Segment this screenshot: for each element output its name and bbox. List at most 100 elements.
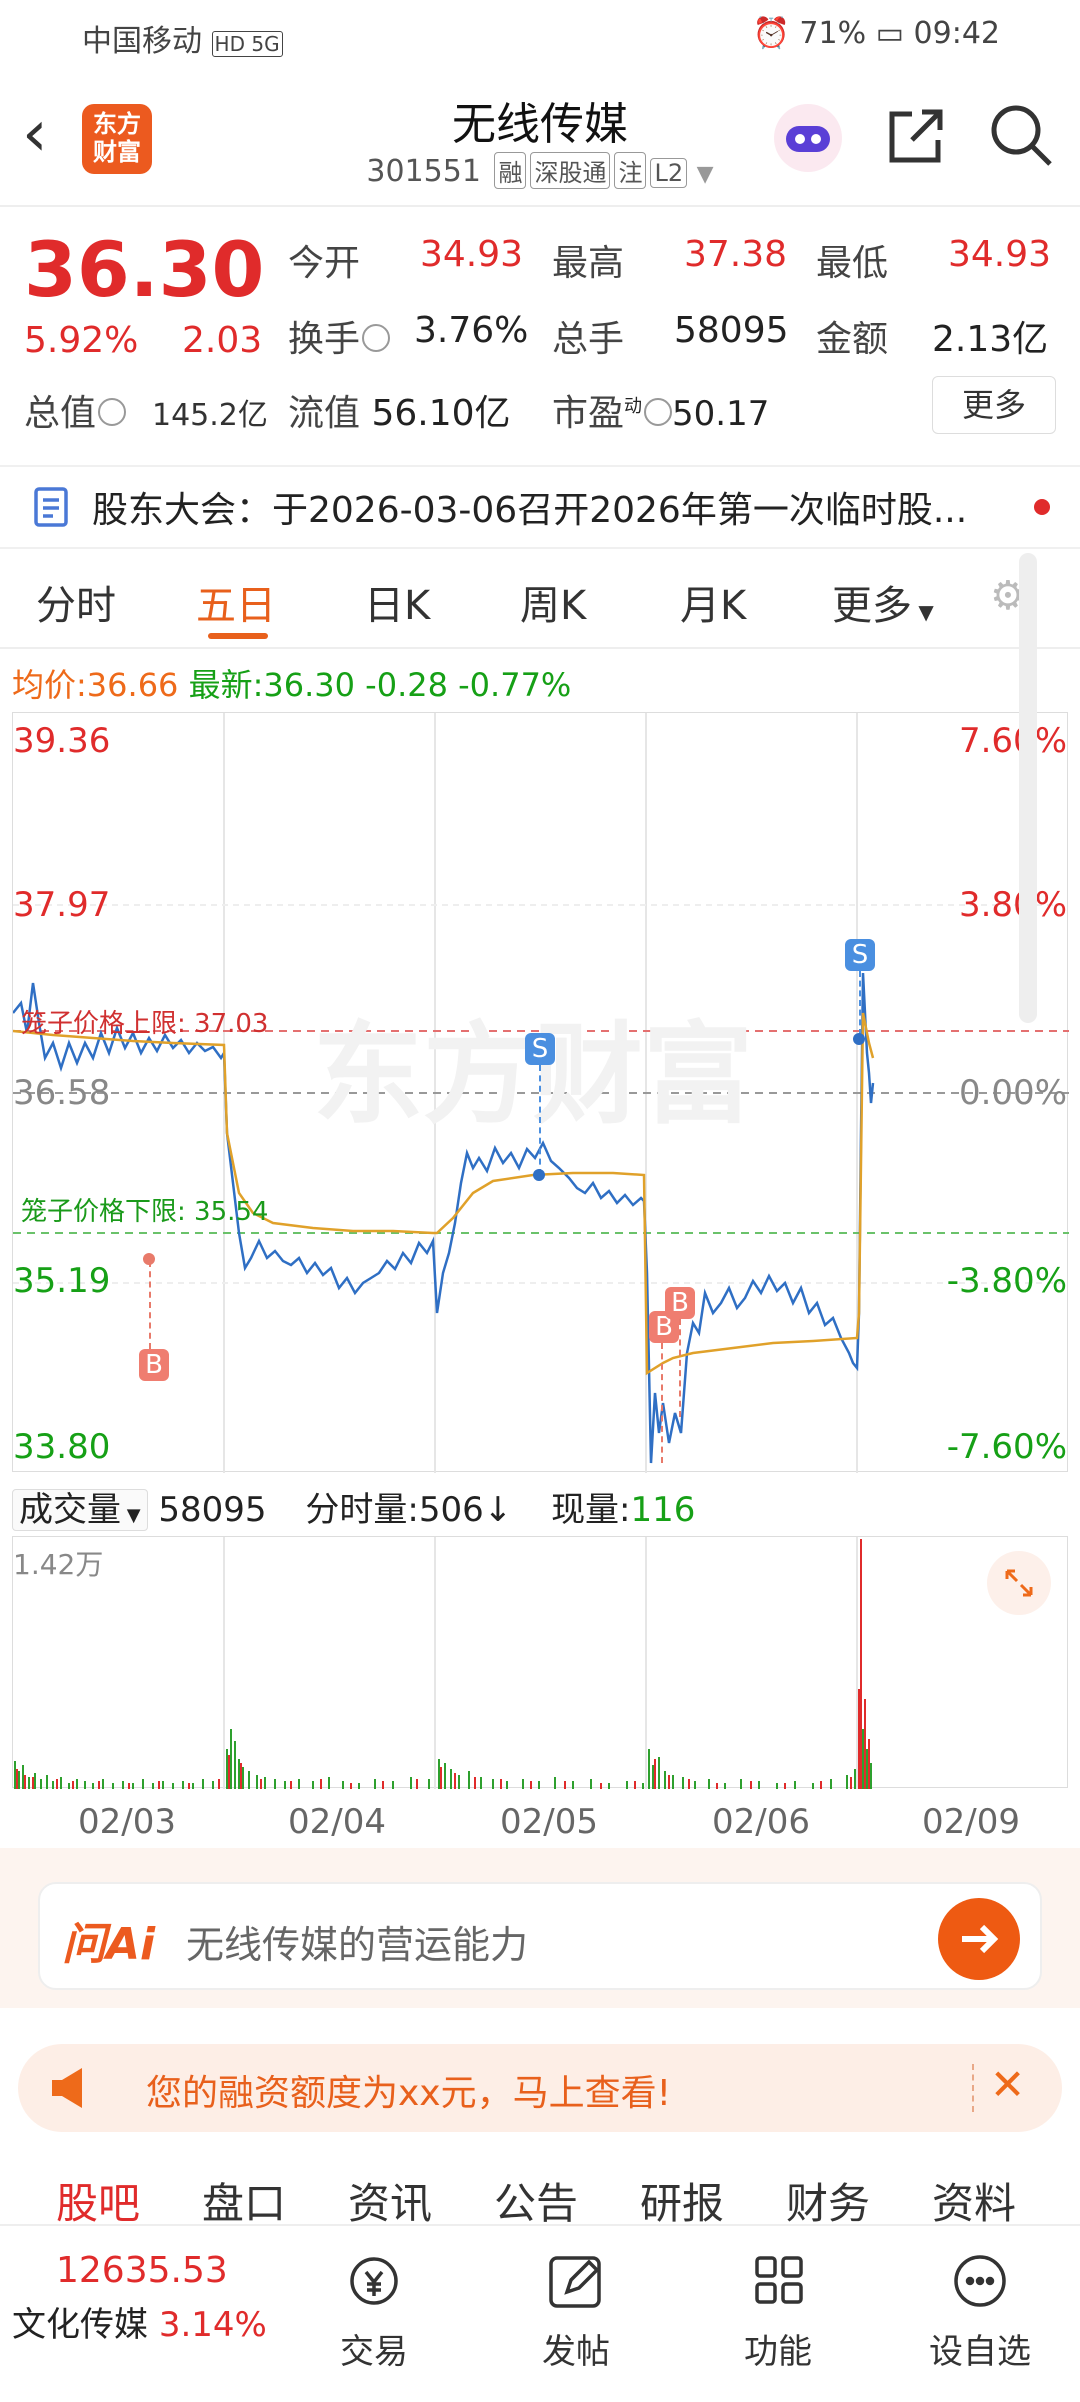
date-label: 02/09 [922, 1802, 1020, 1842]
tab-announcements[interactable]: 公告 [494, 2170, 578, 2231]
tab-orderbook[interactable]: 盘口 [202, 2170, 286, 2231]
volume-selector[interactable]: 成交量 ▼ [12, 1489, 148, 1531]
open-value: 34.93 [420, 234, 524, 275]
tab-research[interactable]: 研报 [640, 2170, 724, 2231]
tag-l2: L2 [650, 158, 688, 188]
tag-registered: 注 [614, 152, 647, 189]
sell-guide-line [859, 971, 863, 1035]
five-day-price-chart[interactable]: 东方财富 B B B S S 39.36 37.97 36.58 35.19 3… [12, 553, 1069, 1473]
info-icon[interactable] [362, 324, 391, 352]
date-label: 02/05 [500, 1802, 598, 1842]
unread-dot [1034, 499, 1050, 515]
search-icon[interactable] [988, 102, 1054, 172]
last-change: -0.28 [365, 666, 448, 704]
chevron-down-icon[interactable]: ▼ [697, 162, 714, 187]
open-label: 今开 [288, 243, 361, 284]
add-watchlist-button[interactable]: 设自选 [920, 2250, 1040, 2373]
y-right-label: 3.80% [958, 885, 1067, 925]
y-left-label: 36.58 [13, 1073, 111, 1113]
tab-profile[interactable]: 资料 [932, 2170, 1016, 2231]
volume-scale: 1.42万 [13, 1548, 104, 1581]
volume-label: 总手 [552, 319, 625, 360]
buy-marker[interactable]: B [139, 1349, 169, 1381]
buy-guide-line [679, 1319, 683, 1417]
tab-weekly-k[interactable]: 周K [520, 573, 586, 631]
time-label: 09:42 [913, 16, 1000, 51]
turnover-value: 3.76% [414, 310, 529, 351]
more-button[interactable]: 更多 [932, 376, 1056, 434]
low-label: 最低 [816, 243, 889, 284]
avg-price: 36.66 [86, 666, 179, 704]
stock-header: ‹ 东方财富 无线传媒 301551 融深股通注 L2 ▼ [0, 70, 1080, 207]
tab-intraday[interactable]: 分时 [36, 573, 116, 631]
notice-text: 股东大会：于2026-03-06召开2026年第一次临时股... [92, 490, 968, 531]
buy-marker[interactable]: B [665, 1287, 695, 1319]
more-dots-icon [954, 2255, 1006, 2307]
tab-daily-k[interactable]: 日K [364, 573, 430, 631]
tab-finance[interactable]: 财务 [786, 2170, 870, 2231]
divider [972, 2064, 976, 2112]
scrollbar[interactable] [1019, 553, 1037, 1023]
robot-avatar-icon[interactable] [772, 102, 844, 178]
ai-logo: 问Ai [62, 1919, 156, 1970]
lower-limit-label: 笼子价格下限: 35.54 [21, 1197, 269, 1227]
date-label: 02/04 [288, 1802, 386, 1842]
change-percent: 5.92% [24, 320, 139, 361]
close-icon[interactable]: ✕ [990, 2060, 1025, 2109]
active-tab-underline [208, 633, 268, 639]
info-tabs: 股吧 盘口 资讯 公告 研报 财务 资料 [0, 2148, 1080, 2228]
y-right-label: -7.60% [946, 1427, 1067, 1467]
pe-ratio: 市盈动 50.17 [552, 393, 770, 434]
volume-chart[interactable]: 1.42万 [12, 1536, 1068, 1789]
grid-icon [755, 2256, 803, 2304]
ai-prompt: 无线传媒的营运能力 [186, 1923, 529, 1967]
carrier-label: 中国移动 HD 5G [82, 16, 283, 60]
market-cap-value: 145.2亿 [152, 398, 268, 433]
notice-bar[interactable]: 股东大会：于2026-03-06召开2026年第一次临时股... [0, 465, 1080, 549]
high-value: 37.38 [684, 234, 788, 275]
tick-volume: 506 [418, 1490, 484, 1530]
tab-forum[interactable]: 股吧 [56, 2170, 140, 2231]
post-button[interactable]: 发帖 [516, 2250, 636, 2373]
function-button[interactable]: 功能 [718, 2250, 838, 2373]
share-icon[interactable] [884, 104, 948, 172]
sell-marker[interactable]: S [525, 1033, 555, 1065]
last-change-pct: -0.77% [458, 666, 572, 704]
info-icon[interactable] [644, 398, 673, 426]
high-label: 最高 [552, 243, 625, 284]
tab-five-day[interactable]: 五日 [196, 573, 276, 631]
sell-point [853, 1033, 865, 1045]
tab-more[interactable]: 更多 ▼ [832, 573, 934, 631]
volume-value: 58095 [674, 310, 789, 351]
battery-label: 71% [799, 16, 867, 51]
ai-ask-box[interactable]: 问Ai 无线传媒的营运能力 [38, 1882, 1042, 1990]
tab-monthly-k[interactable]: 月K [680, 573, 746, 631]
tag-margin: 融 [494, 152, 527, 189]
index-value: 12635.53 [56, 2250, 228, 2291]
sell-marker[interactable]: S [845, 939, 875, 971]
price-summary-row: 均价:36.66 最新:36.30 -0.28 -0.77% [12, 666, 572, 704]
y-right-label: -3.80% [946, 1261, 1067, 1301]
trade-button[interactable]: 交易 [314, 2250, 434, 2373]
y-right-label: 0.00% [958, 1073, 1067, 1113]
date-label: 02/03 [78, 1802, 176, 1842]
sector-index[interactable]: 12635.53 文化传媒 3.14% [12, 2250, 267, 2346]
tab-news[interactable]: 资讯 [348, 2170, 432, 2231]
amount-label: 金额 [816, 319, 889, 360]
market-cap-label: 总值 [24, 384, 127, 436]
y-left-label: 37.97 [13, 885, 111, 925]
promo-banner[interactable]: 您的融资额度为xx元，马上查看! ✕ [18, 2044, 1062, 2132]
sell-point [533, 1169, 545, 1181]
upper-limit-label: 笼子价格上限: 37.03 [21, 1009, 269, 1039]
chart-period-tabs: 分时 五日 日K 周K 月K 更多 ▼ ⚙ [0, 555, 1080, 649]
last-price: 36.30 [24, 225, 265, 314]
stock-code: 301551 [366, 154, 481, 189]
trade-icon [350, 2257, 398, 2305]
arrow-right-icon[interactable] [938, 1898, 1020, 1980]
index-change: 3.14% [158, 2305, 267, 2345]
info-icon[interactable] [98, 398, 127, 426]
volume-header: 成交量 ▼ 58095 分时量:506↓ 现量:116 [12, 1482, 695, 1531]
expand-icon[interactable] [987, 1551, 1051, 1615]
megaphone-icon [48, 2066, 98, 2114]
buy-point [143, 1253, 155, 1265]
